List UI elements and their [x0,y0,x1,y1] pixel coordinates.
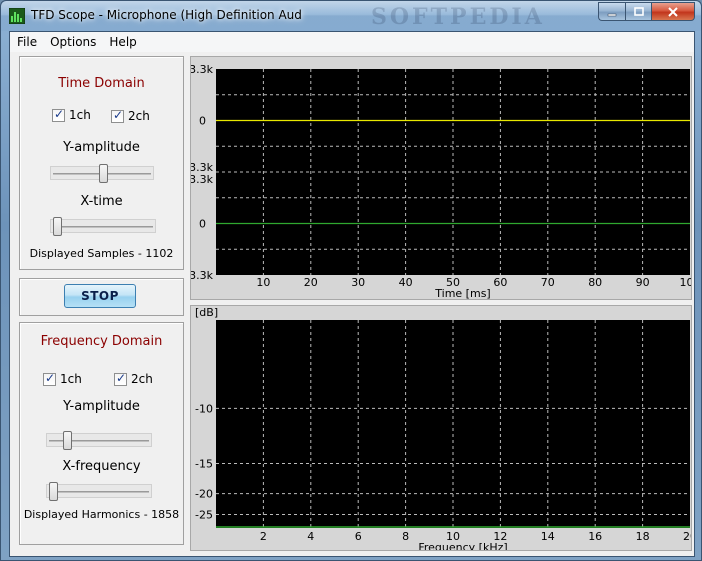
checkbox-checked-icon [52,107,65,122]
app-icon [8,7,26,25]
x-tick-label: 60 [493,276,507,289]
time-y-amplitude-slider[interactable] [50,164,154,183]
checkbox-checked-icon [43,371,56,386]
frequency-chart: [dB]2468101214161820-10-15-20-25Frequenc… [195,306,691,550]
time-ch2-checkbox[interactable]: 2ch [111,108,150,123]
freq-y-amplitude-slider[interactable] [46,431,152,450]
maximize-button[interactable] [625,2,651,21]
stop-panel: STOP [19,278,184,316]
x-tick-label: 40 [399,276,413,289]
x-tick-label: 30 [351,276,365,289]
displayed-samples-text: Displayed Samples - 1102 [29,247,174,260]
y-tick-label: 0 [199,115,206,128]
x-tick-label: 100 [680,276,692,289]
time-y-amplitude-label: Y-amplitude [63,140,140,155]
y-unit-label: [dB] [195,306,218,319]
x-tick-label: 14 [541,530,555,543]
freq-ch1-label: 1ch [60,372,82,386]
y-tick-label: -20 [195,488,213,501]
time-ch2-label: 2ch [128,109,150,123]
menu-help[interactable]: Help [104,35,141,49]
x-tick-label: 20 [683,530,691,543]
freq-x-slider[interactable] [46,482,152,501]
time-ch1-label: 1ch [69,108,91,122]
freq-y-amplitude-label: Y-amplitude [63,399,140,414]
menu-options[interactable]: Options [45,35,101,49]
slider-thumb[interactable] [98,164,108,183]
y-tick-label: 3.3k [191,173,214,186]
client-area: File Options Help Time Domain 1ch 2ch Y-… [9,31,695,557]
y-tick-label: -15 [195,458,213,471]
x-tick-label: 18 [636,530,650,543]
freq-ch2-label: 2ch [131,372,153,386]
x-tick-label: 20 [304,276,318,289]
window-title: TFD Scope - Microphone (High Definition … [31,8,302,22]
checkbox-checked-icon [114,371,127,386]
menu-file[interactable]: File [12,35,42,49]
y-tick-label: -25 [195,508,213,521]
x-tick-label: 10 [256,276,270,289]
x-tick-label: 4 [307,530,314,543]
x-tick-label: 90 [636,276,650,289]
slider-thumb[interactable] [53,217,62,236]
x-tick-label: 80 [588,276,602,289]
checkbox-checked-icon [111,108,124,123]
frequency-chart-panel: [dB]2468101214161820-10-15-20-25Frequenc… [190,305,692,551]
time-chart-panel: 1020304050607080901003.3k0-3.3k3.3k0-3.3… [190,56,692,300]
freq-ch1-checkbox[interactable]: 1ch [43,371,82,386]
stop-button[interactable]: STOP [64,284,136,308]
time-domain-title: Time Domain [58,76,145,91]
x-tick-label: 8 [402,530,409,543]
displayed-harmonics-text: Displayed Harmonics - 1858 [23,508,180,521]
watermark-logo: SOFTPEDIA [371,4,545,30]
freq-x-label: X-frequency [62,459,141,474]
frequency-domain-title: Frequency Domain [40,334,163,349]
time-ch1-checkbox[interactable]: 1ch [52,107,91,122]
y-tick-label: -10 [195,402,213,415]
time-chart: 1020304050607080901003.3k0-3.3k3.3k0-3.3… [191,63,692,299]
freq-ch2-checkbox[interactable]: 2ch [114,371,153,386]
title-bar[interactable]: TFD Scope - Microphone (High Definition … [1,1,701,31]
y-tick-label: -3.3k [191,269,214,282]
slider-thumb[interactable] [62,431,72,450]
x-tick-label: 70 [541,276,555,289]
app-window: TFD Scope - Microphone (High Definition … [0,0,702,561]
x-axis-label: Frequency [kHz] [418,541,507,550]
maximize-icon [633,6,644,16]
time-x-slider[interactable] [50,217,156,236]
y-tick-label: 0 [199,218,206,231]
time-x-label: X-time [80,194,123,209]
minimize-button[interactable] [598,2,625,21]
minimize-icon [607,13,617,16]
frequency-domain-panel: Frequency Domain 1ch 2ch Y-amplitude X-f… [19,322,184,545]
x-tick-label: 2 [260,530,267,543]
time-domain-panel: Time Domain 1ch 2ch Y-amplitude X-time D… [19,56,184,270]
close-button[interactable] [651,2,695,21]
close-icon [668,6,678,17]
y-tick-label: 3.3k [191,63,214,76]
x-tick-label: 16 [588,530,602,543]
slider-thumb[interactable] [49,482,58,501]
menu-bar: File Options Help [10,32,694,52]
x-axis-label: Time [ms] [434,287,490,299]
x-tick-label: 6 [355,530,362,543]
